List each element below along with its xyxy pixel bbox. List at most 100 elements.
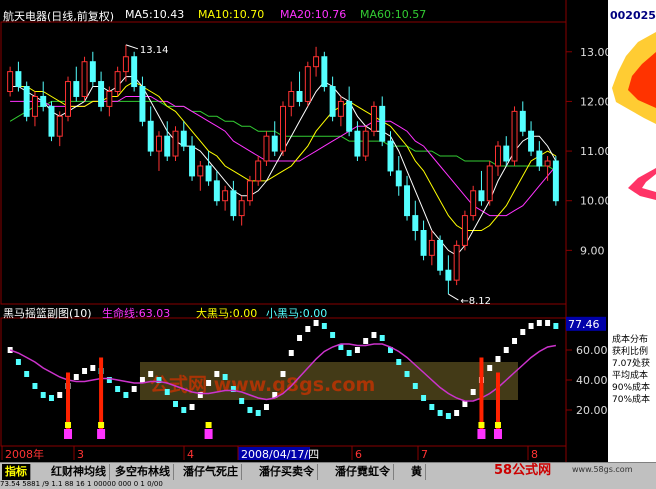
candle-body [486, 165, 493, 202]
life-line-value: 生命线:63.03 [102, 307, 171, 320]
indicator-block [445, 413, 451, 419]
cost-stat-line: 成本分布 [612, 335, 649, 345]
date-label: 8 [531, 448, 538, 461]
indicator-tab[interactable]: 多空布林线 [112, 464, 174, 480]
candle-body [470, 190, 477, 217]
signal-bar [99, 357, 104, 430]
candle-body [536, 150, 543, 167]
signal-marker-yellow [65, 422, 72, 428]
indicator-tab[interactable]: 指标 [2, 464, 31, 480]
cost-distribution-panel[interactable]: 002025 成本分布 获利比例 7.07处获 平均成本 90%成本 70%成本 [608, 0, 656, 462]
indicator-block [57, 392, 63, 398]
indicator-tab[interactable]: 黄 [408, 464, 426, 480]
candle-body [238, 200, 245, 217]
candle-body [445, 269, 452, 281]
indicator-block [32, 383, 38, 389]
candle-body [155, 135, 162, 152]
signal-marker-magenta [477, 429, 486, 439]
candle-body [147, 120, 154, 152]
stock-code: 002025 [610, 9, 656, 22]
indicator-block [173, 401, 178, 407]
indicator-block [379, 335, 385, 341]
candle-body [503, 145, 510, 162]
candle-body [304, 66, 311, 102]
candle-body [461, 215, 468, 246]
candle-body [528, 130, 535, 152]
candle-body [519, 110, 526, 132]
candle-body [7, 71, 14, 93]
indicator-block [503, 347, 509, 353]
price-tick-label: 11.00 [580, 145, 608, 158]
indicator-block [297, 335, 303, 341]
indicator-tick-label: 40.00 [576, 374, 608, 387]
date-label: 6 [355, 448, 362, 461]
price-chart[interactable]: 13.00 12.00 11.00 10.00 9.00 公式网 www.g8gs.com… [0, 0, 608, 462]
signal-marker-yellow [205, 422, 212, 428]
signal-marker-magenta [97, 429, 106, 439]
candle-body [428, 239, 435, 256]
candle-body [106, 91, 113, 107]
indicator-tab[interactable]: 潘仔气死庄 [180, 464, 242, 480]
indicator-name: 黑马摇篮副图(10) [3, 307, 92, 320]
indicator-block [470, 389, 476, 395]
candle-body [280, 105, 286, 152]
candle-body [172, 130, 179, 157]
price-tick-label: 13.00 [580, 46, 608, 59]
candle-body [40, 95, 47, 107]
indicator-tab[interactable]: 红财神均线 [48, 464, 110, 480]
candle-body [387, 140, 394, 172]
ma60-value: MA60:10.57 [360, 8, 427, 21]
indicator-tab[interactable]: 潘仔霓虹令 [332, 464, 394, 480]
candle-body [395, 170, 402, 187]
price-tick-label: 9.00 [580, 244, 605, 257]
indicator-block [280, 371, 286, 377]
candle-body [379, 105, 386, 142]
candle-body [354, 130, 361, 157]
indicator-block [520, 329, 526, 335]
signal-bar [495, 372, 500, 430]
candle-body [453, 244, 460, 281]
indicator-block [404, 371, 410, 377]
candle-body [420, 230, 427, 256]
indicator-block [247, 407, 253, 413]
candle-body [180, 130, 187, 147]
date-label: 2008年 [5, 447, 44, 461]
cost-stat-line: 平均成本 [612, 371, 649, 381]
indicator-block [40, 392, 46, 398]
candle-body [246, 180, 253, 202]
indicator-block [487, 365, 493, 371]
signal-marker-yellow [494, 422, 501, 428]
indicator-block [24, 371, 30, 377]
date-label: 4 [187, 448, 194, 461]
candle-body [495, 145, 501, 167]
indicator-block [239, 398, 245, 404]
indicator-block [305, 326, 311, 332]
indicator-tab[interactable]: 潘仔买卖令 [256, 464, 318, 480]
candle-body [544, 160, 551, 167]
indicator-block [123, 392, 129, 398]
candle-body [404, 185, 411, 217]
signal-marker-magenta [204, 429, 213, 439]
candle-body [346, 100, 353, 132]
candle-body [213, 180, 220, 202]
candle-body [412, 215, 419, 232]
candle-body [255, 160, 262, 182]
candle-body [164, 135, 171, 157]
cost-stat-line: 7.07处获 [612, 359, 651, 369]
price-tick-label: 12.00 [580, 95, 608, 108]
indicator-block [363, 338, 369, 344]
indicator-block [462, 401, 468, 407]
candle-body [511, 110, 518, 162]
candle-body [437, 239, 444, 271]
candle-body [89, 61, 96, 83]
signal-marker-yellow [98, 422, 105, 428]
indicator-block [346, 350, 352, 356]
indicator-block [321, 323, 327, 329]
candle-body [313, 56, 320, 68]
date-label: 2008/04/17/四 [241, 448, 319, 461]
candle-body [81, 61, 88, 97]
candle-body [73, 81, 80, 97]
indicator-block [553, 323, 559, 329]
indicator-block [131, 386, 137, 392]
candle-body [478, 190, 485, 202]
